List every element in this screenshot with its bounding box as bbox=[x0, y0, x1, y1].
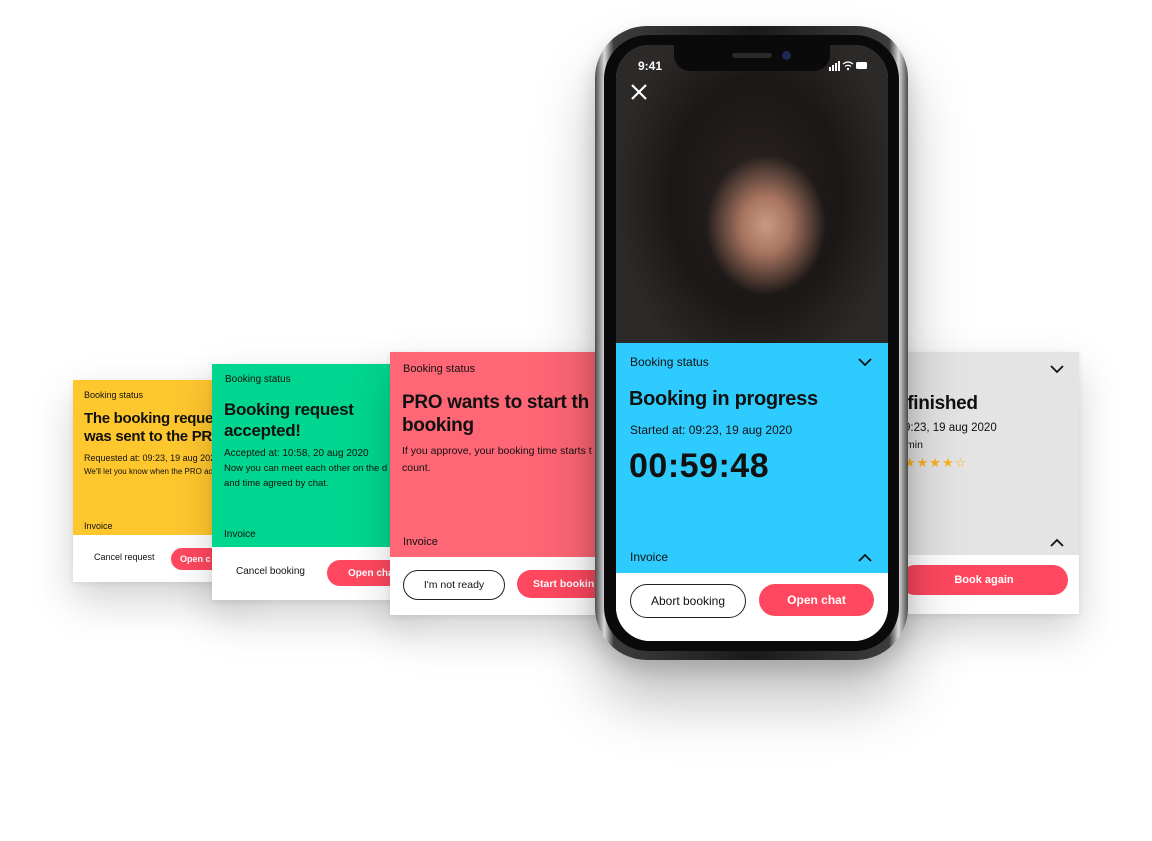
booking-title: Booking in progress bbox=[629, 388, 818, 410]
started-at: Started at: 09:23, 19 aug 2020 bbox=[630, 423, 793, 437]
not-ready-button[interactable]: I'm not ready bbox=[403, 570, 505, 600]
card-title-line1: The booking reque bbox=[84, 410, 214, 427]
booking-actions: Abort booking Open chat bbox=[616, 573, 888, 641]
card-title-line1: Booking request bbox=[224, 400, 354, 419]
card-note-line2: and time agreed by chat. bbox=[224, 478, 329, 489]
user-photo bbox=[616, 45, 888, 343]
accepted-at: Accepted at: 10:58, 20 aug 2020 bbox=[224, 448, 369, 459]
chevron-down-icon[interactable] bbox=[858, 358, 872, 367]
book-again-label: Book again bbox=[954, 574, 1014, 586]
phone-mockup: 9:41 Booking status Booking in progress … bbox=[595, 26, 908, 660]
book-again-button[interactable]: Book again bbox=[900, 565, 1068, 595]
status-label: Booking status bbox=[225, 374, 291, 385]
chevron-up-icon[interactable] bbox=[1050, 538, 1064, 547]
status-label: Booking status bbox=[403, 363, 476, 375]
card-title-line2: booking bbox=[402, 415, 474, 436]
booking-timer: 00:59:48 bbox=[629, 447, 770, 485]
close-icon[interactable] bbox=[630, 83, 648, 101]
open-chat-label: Open cha bbox=[348, 567, 394, 579]
booking-card-pro-start: Booking status PRO wants to start th boo… bbox=[390, 352, 620, 615]
card-status-panel: tus g finished 9:23, 19 aug 2020 min ★★★… bbox=[880, 352, 1079, 555]
card-note-line1: Now you can meet each other on the d bbox=[224, 463, 388, 474]
signal-wifi-battery-icon bbox=[829, 61, 867, 71]
chevron-down-icon[interactable] bbox=[1050, 365, 1064, 374]
card-actions: I'm not ready Start bookin bbox=[390, 557, 620, 615]
rating-stars: ★★★★☆ bbox=[904, 455, 968, 470]
card-note: We'll let you know when the PRO ac bbox=[84, 467, 213, 476]
card-status-panel: Booking status PRO wants to start th boo… bbox=[390, 352, 620, 557]
cancel-booking-button[interactable]: Cancel booking bbox=[236, 566, 305, 577]
booking-status-panel: Booking status Booking in progress Start… bbox=[616, 343, 888, 573]
card-title-line2: was sent to the PR bbox=[84, 428, 212, 445]
card-note-line1: If you approve, your booking time starts… bbox=[402, 445, 592, 457]
duration: min bbox=[906, 439, 923, 451]
abort-booking-label: Abort booking bbox=[650, 594, 726, 608]
invoice-label[interactable]: Invoice bbox=[84, 521, 113, 531]
card-title-line1: PRO wants to start th bbox=[402, 392, 589, 413]
abort-booking-button[interactable]: Abort booking bbox=[630, 584, 746, 618]
status-bar-time: 9:41 bbox=[638, 59, 663, 73]
card-title-line2: accepted! bbox=[224, 421, 301, 440]
cancel-request-button[interactable]: Cancel request bbox=[94, 552, 155, 562]
open-chat-button[interactable]: Open chat bbox=[759, 584, 874, 616]
invoice-label[interactable]: Invoice bbox=[630, 550, 668, 564]
booking-card-accepted: Booking status Booking request accepted!… bbox=[212, 364, 412, 600]
requested-at: Requested at: 09:23, 19 aug 2020 bbox=[84, 453, 221, 463]
card-note-line2: count. bbox=[402, 462, 431, 474]
open-chat-label: Open c bbox=[180, 554, 211, 564]
status-label: Booking status bbox=[84, 390, 144, 400]
booking-card-finished: tus g finished 9:23, 19 aug 2020 min ★★★… bbox=[880, 352, 1079, 614]
phone-notch bbox=[674, 45, 830, 71]
card-actions: Cancel booking Open cha bbox=[212, 547, 412, 600]
invoice-label[interactable]: Invoice bbox=[224, 529, 256, 540]
speaker-grill bbox=[732, 53, 772, 58]
card-actions: Book again bbox=[880, 555, 1079, 614]
not-ready-label: I'm not ready bbox=[423, 579, 485, 591]
open-chat-label: Open chat bbox=[787, 593, 846, 607]
status-label: Booking status bbox=[630, 355, 709, 369]
chevron-up-icon[interactable] bbox=[858, 553, 872, 562]
finished-date: 9:23, 19 aug 2020 bbox=[904, 422, 997, 434]
invoice-label[interactable]: Invoice bbox=[403, 536, 438, 548]
start-booking-label: Start bookin bbox=[533, 578, 595, 590]
front-camera bbox=[782, 51, 791, 60]
phone-screen: 9:41 Booking status Booking in progress … bbox=[616, 45, 888, 641]
card-status-panel: Booking status Booking request accepted!… bbox=[212, 364, 412, 547]
